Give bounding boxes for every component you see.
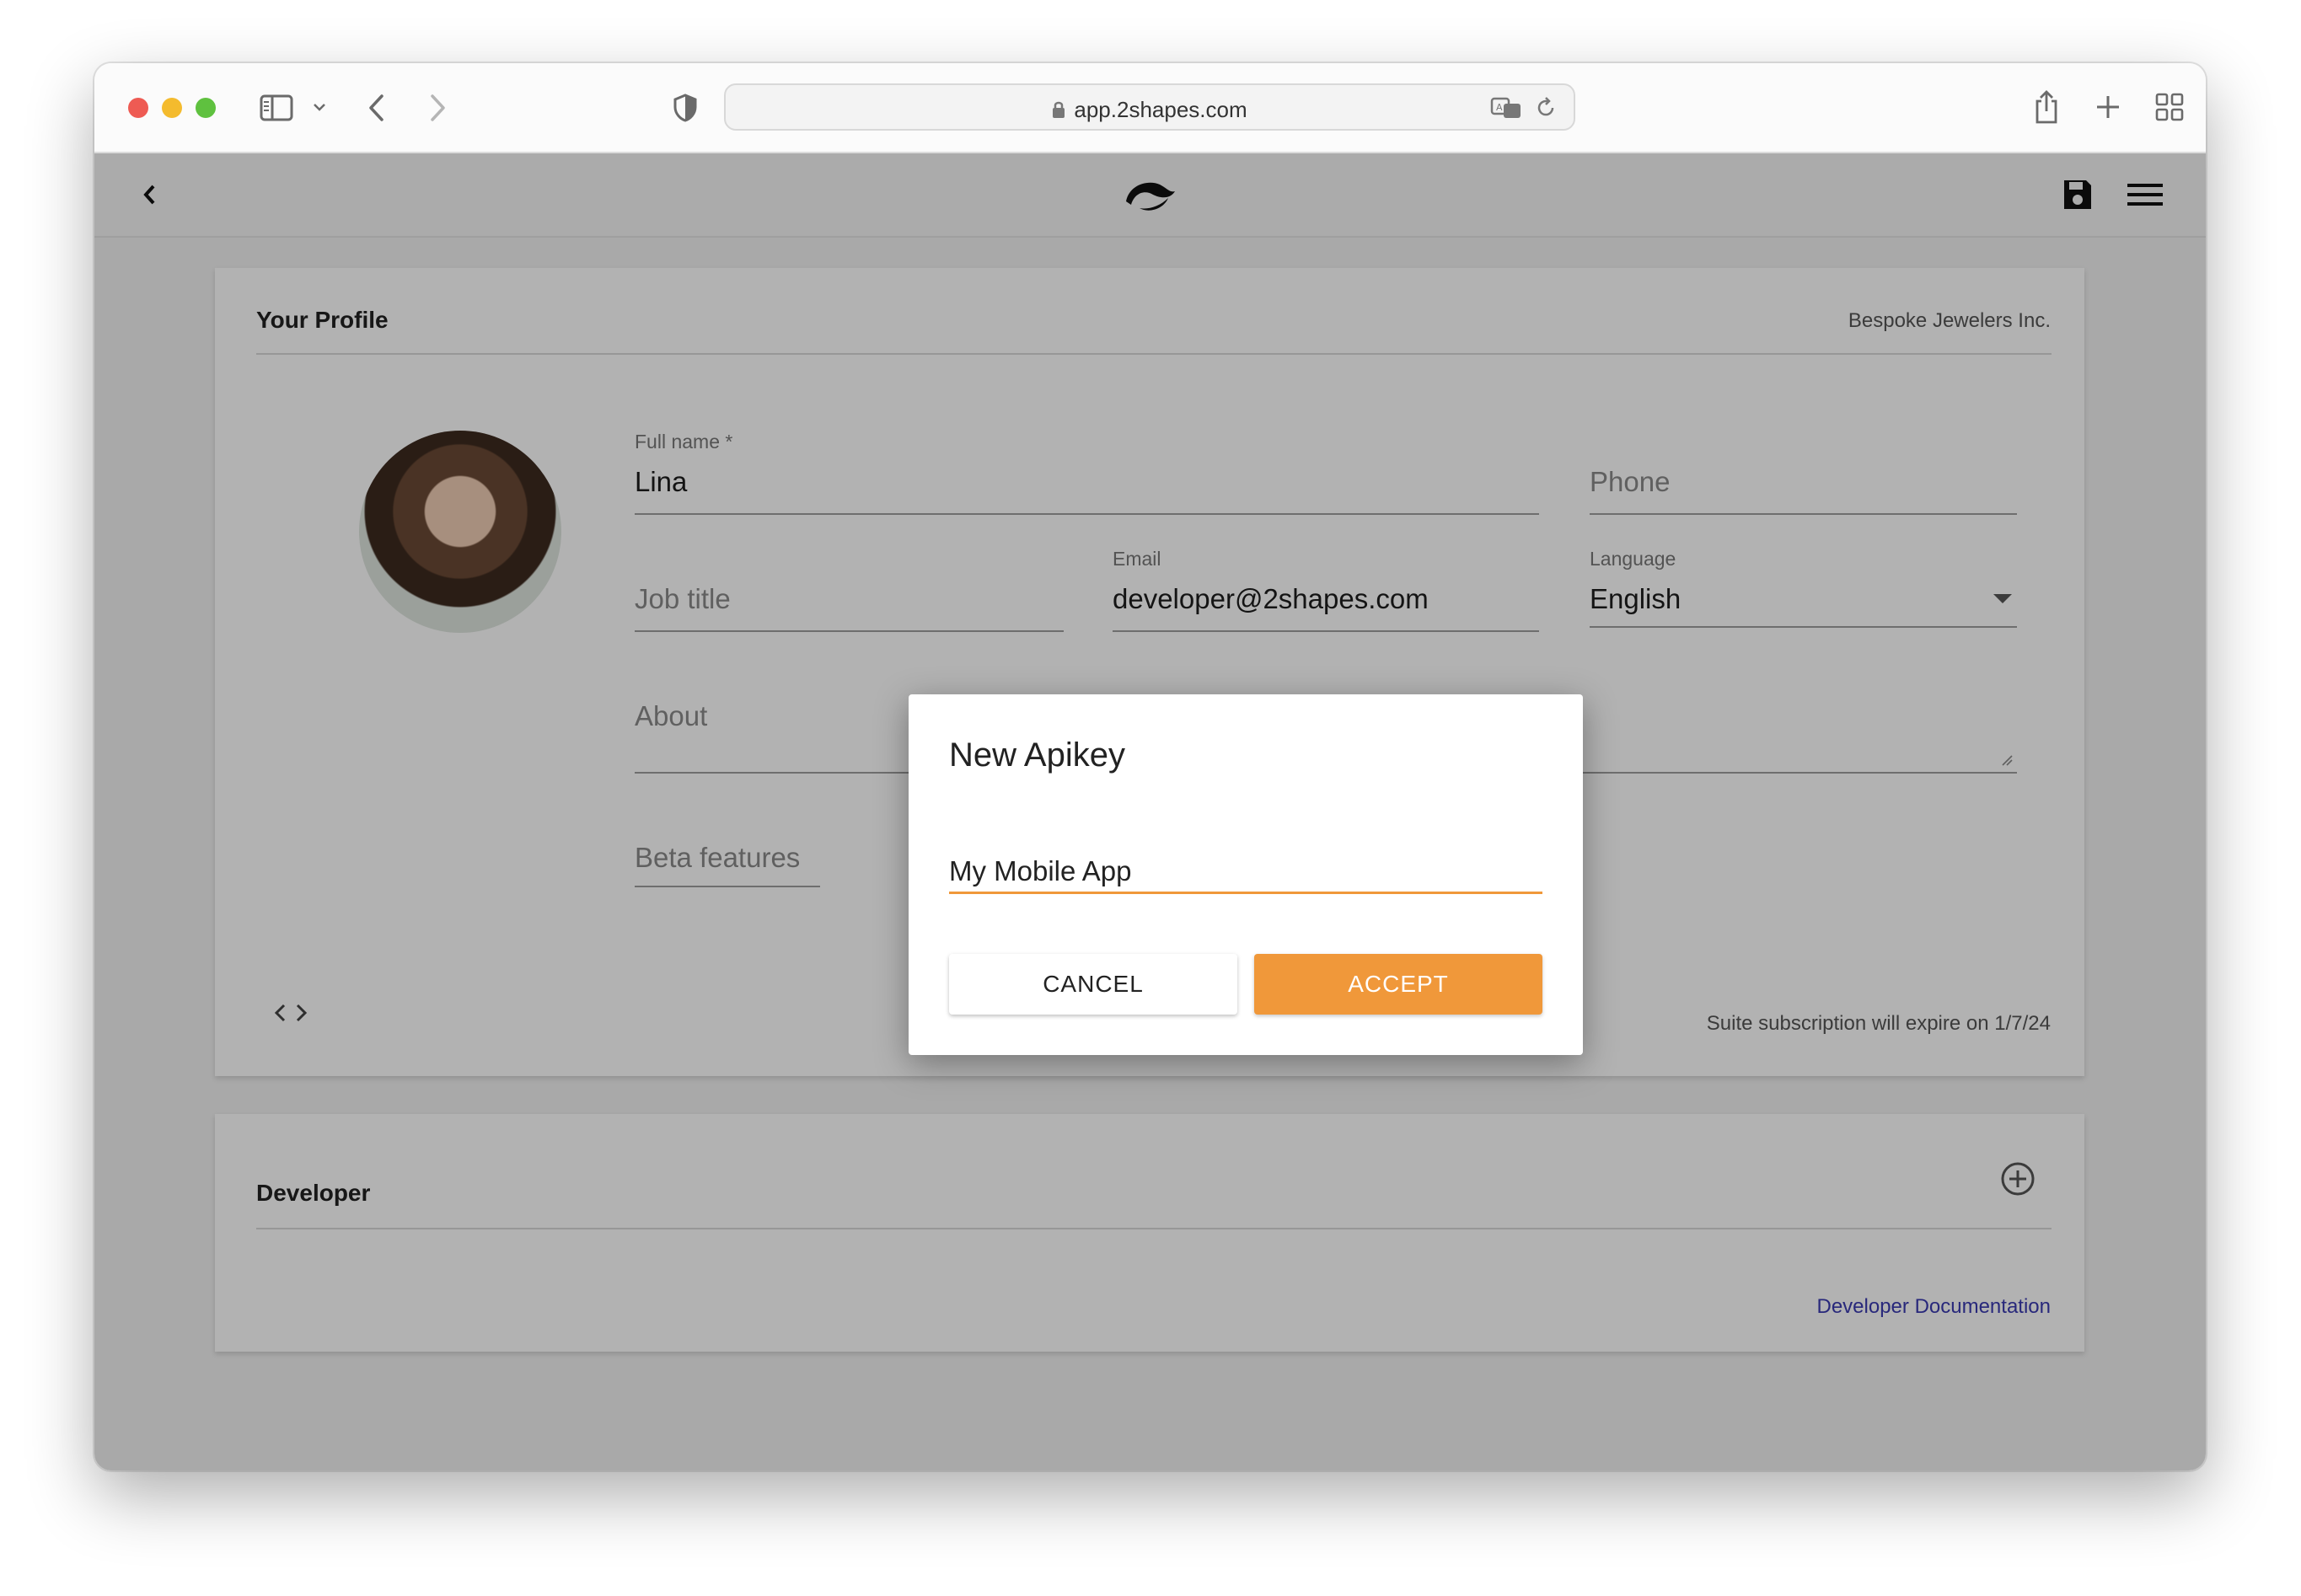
translate-icon[interactable]: A: [1489, 95, 1523, 121]
accept-button[interactable]: ACCEPT: [1254, 954, 1542, 1015]
svg-text:A: A: [1496, 102, 1503, 113]
url-text: app.2shapes.com: [1074, 97, 1247, 122]
shield-icon[interactable]: [671, 93, 700, 123]
new-tab-icon[interactable]: [2092, 91, 2124, 123]
lock-icon: [1052, 99, 1065, 125]
address-bar[interactable]: app.2shapes.com A: [724, 83, 1575, 131]
close-window-button[interactable]: [128, 98, 148, 118]
new-apikey-dialog: New Apikey CANCEL ACCEPT: [909, 694, 1583, 1055]
sidebar-toggle-icon[interactable]: [260, 93, 293, 123]
reload-icon[interactable]: [1533, 95, 1558, 121]
url-display: app.2shapes.com: [726, 97, 1574, 125]
cancel-button[interactable]: CANCEL: [949, 954, 1237, 1015]
browser-window: app.2shapes.com A Your Profile Bespoke J…: [94, 63, 2206, 1470]
browser-toolbar: app.2shapes.com A: [94, 63, 2206, 153]
forward-nav-icon[interactable]: [425, 91, 450, 125]
zoom-window-button[interactable]: [196, 98, 216, 118]
apikey-name-input[interactable]: [949, 850, 1542, 894]
tab-overview-icon[interactable]: [2153, 90, 2186, 124]
minimize-window-button[interactable]: [162, 98, 182, 118]
share-icon[interactable]: [2030, 87, 2063, 127]
dialog-title: New Apikey: [949, 736, 1125, 774]
back-nav-icon[interactable]: [364, 91, 389, 125]
chevron-down-icon[interactable]: [310, 97, 329, 117]
